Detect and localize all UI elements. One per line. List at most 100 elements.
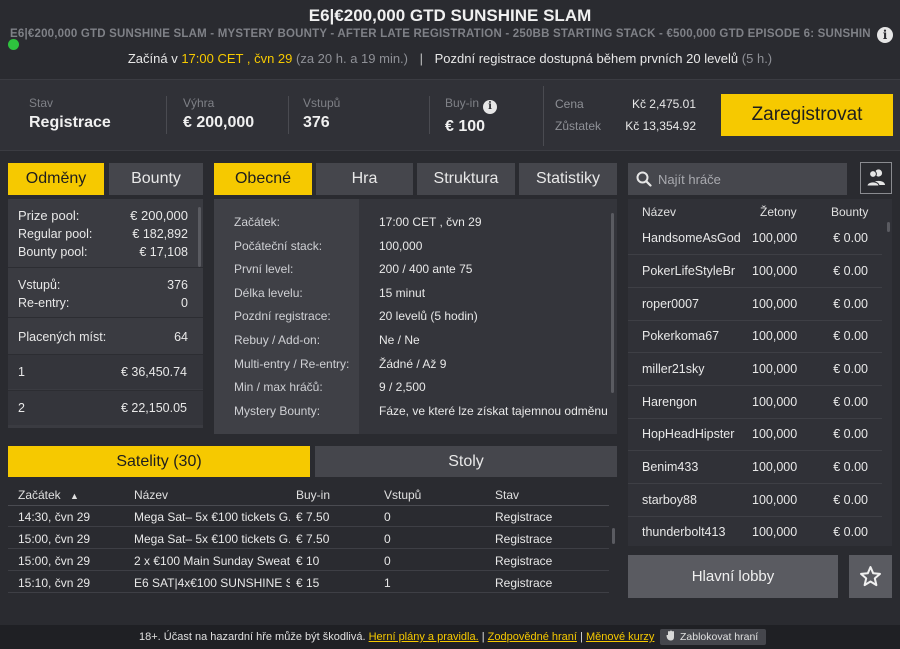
player-chips: 100,000 (752, 493, 798, 507)
separator: | (580, 631, 583, 643)
divider (429, 96, 430, 134)
age-warning: 18+. Účast na hazardní hře může být škod… (139, 631, 366, 643)
column-header-start[interactable]: Začátek ▲ (18, 488, 79, 502)
star-icon (860, 566, 881, 587)
player-chips: 100,000 (752, 395, 798, 409)
info-icon[interactable]: i (877, 27, 893, 43)
general-label: Multi-entry / Re-entry: (234, 357, 350, 371)
friends-button[interactable] (860, 162, 892, 194)
player-row[interactable]: thunderbolt413 100,000 € 0.00 (628, 516, 882, 546)
column-header-entries[interactable]: Vstupů (384, 488, 421, 502)
player-name: miller21sky (642, 362, 705, 376)
responsible-gaming-link[interactable]: Zodpovědné hraní (488, 631, 577, 643)
tab-bounty[interactable]: Bounty (109, 163, 203, 195)
player-chips: 100,000 (752, 297, 798, 311)
column-header-name[interactable]: Název (134, 488, 168, 502)
status-stat: Stav Registrace (29, 96, 111, 132)
cell-name: Mega Sat– 5x €100 tickets G... (134, 510, 290, 524)
entries-value: 376 (303, 114, 330, 131)
player-bounty: € 0.00 (833, 231, 868, 245)
player-row[interactable]: HopHeadHipster 100,000 € 0.00 (628, 418, 882, 451)
tab-game[interactable]: Hra (316, 163, 413, 195)
tab-structure[interactable]: Struktura (417, 163, 515, 195)
player-name: thunderbolt413 (642, 525, 726, 539)
start-info-line: Začíná v 17:00 CET , čvn 29 (za 20 h. a … (0, 51, 900, 66)
register-button[interactable]: Zaregistrovat (721, 94, 893, 136)
column-header-buyin[interactable]: Buy-in (296, 488, 330, 502)
player-bounty: € 0.00 (833, 362, 868, 376)
player-row[interactable]: Benim433 100,000 € 0.00 (628, 451, 882, 484)
scrollbar[interactable] (612, 528, 615, 544)
tab-general[interactable]: Obecné (214, 163, 312, 195)
column-header-name[interactable]: Název (642, 205, 676, 219)
tab-tables[interactable]: Stoly (315, 446, 617, 477)
player-name: Benim433 (642, 460, 699, 474)
table-row[interactable]: 14:30, čvn 29 Mega Sat– 5x €100 tickets … (8, 506, 609, 527)
tab-rewards[interactable]: Odměny (8, 163, 104, 195)
player-row[interactable]: roper0007 100,000 € 0.00 (628, 288, 882, 321)
favorite-button[interactable] (849, 555, 892, 598)
hand-icon (666, 630, 674, 641)
player-list: Název Žetony Bounty HandsomeAsGod 100,000… (628, 199, 892, 546)
cell-start: 14:30, čvn 29 (18, 510, 91, 524)
cell-buyin: € 7.50 (296, 532, 330, 546)
table-row[interactable]: 15:00, čvn 29 2 x €100 Main Sunday Sweat… (8, 550, 609, 571)
entries-value: 376 (167, 278, 188, 292)
tab-satellites[interactable]: Satelity (30) (8, 446, 310, 477)
place-amount: € 22,150.05 (120, 401, 187, 415)
player-chips: 100,000 (752, 264, 798, 278)
table-row[interactable]: 15:10, čvn 29 E6 SAT|4x€100 SUNSHINE SL.… (8, 572, 609, 593)
cell-status: Registrace (495, 532, 553, 546)
player-row[interactable]: Harengon 100,000 € 0.00 (628, 386, 882, 419)
column-header-chips[interactable]: Žetony (760, 205, 797, 219)
rules-link[interactable]: Herní plány a pravidla. (369, 631, 479, 643)
prize-pool-label: Prize pool: (18, 208, 80, 223)
player-search-input[interactable] (658, 163, 843, 195)
reentry-row: Re-entry: 0 (18, 296, 188, 310)
general-label: Rebuy / Add-on: (234, 333, 321, 347)
player-bounty: € 0.00 (833, 427, 868, 441)
player-bounty: € 0.00 (833, 297, 868, 311)
info-icon[interactable]: i (483, 100, 498, 114)
player-chips: 100,000 (752, 231, 798, 245)
divider (8, 317, 203, 318)
player-row[interactable]: miller21sky 100,000 € 0.00 (628, 353, 882, 386)
cell-buyin: € 7.50 (296, 510, 330, 524)
general-label: Počáteční stack: (234, 239, 323, 253)
scrollbar[interactable] (887, 222, 890, 232)
cell-entries: 0 (384, 510, 391, 524)
main-lobby-button[interactable]: Hlavní lobby (628, 555, 838, 598)
currency-rates-link[interactable]: Měnové kurzy (586, 631, 654, 643)
status-indicator-dot (8, 39, 19, 50)
entries-label: Vstupů (303, 96, 341, 110)
scrollbar[interactable] (611, 213, 614, 393)
column-header-bounty[interactable]: Bounty (831, 205, 868, 219)
player-name: starboy88 (642, 493, 697, 507)
player-row[interactable]: PokerLifeStyleBr 100,000 € 0.00 (628, 255, 882, 288)
player-name: roper0007 (642, 297, 699, 311)
cell-entries: 1 (384, 576, 391, 590)
scrollbar[interactable] (198, 207, 201, 267)
place-number: 1 (18, 365, 25, 379)
balance-value: Kč 13,354.92 (625, 119, 696, 133)
cell-name: 2 x €100 Main Sunday Sweat (134, 554, 290, 568)
paid-places-row: Placených míst: 64 (18, 330, 188, 344)
block-gaming-button[interactable]: Zablokovat hraní (660, 629, 767, 645)
general-value: Fáze, ve které lze získat tajemnou odměn… (379, 404, 608, 418)
player-chips: 100,000 (752, 329, 798, 343)
prize-pool-value: € 200,000 (130, 208, 188, 223)
player-bounty: € 0.00 (833, 395, 868, 409)
player-row[interactable]: starboy88 100,000 € 0.00 (628, 484, 882, 517)
player-row[interactable]: Pokerkoma67 100,000 € 0.00 (628, 320, 882, 353)
table-row[interactable]: 15:00, čvn 29 Mega Sat– 5x €100 tickets … (8, 528, 609, 549)
cell-entries: 0 (384, 532, 391, 546)
bounty-pool-value: € 17,108 (139, 245, 188, 259)
column-header-status[interactable]: Stav (495, 488, 519, 502)
cell-start: 15:00, čvn 29 (18, 554, 91, 568)
divider (288, 96, 289, 134)
tab-statistics[interactable]: Statistiky (519, 163, 617, 195)
player-row[interactable]: HandsomeAsGod 100,000 € 0.00 (628, 222, 882, 255)
balance-label: Zůstatek (555, 119, 602, 133)
place-number: 2 (18, 401, 25, 415)
prize-place-row: 1 € 36,450.74 (8, 354, 203, 389)
